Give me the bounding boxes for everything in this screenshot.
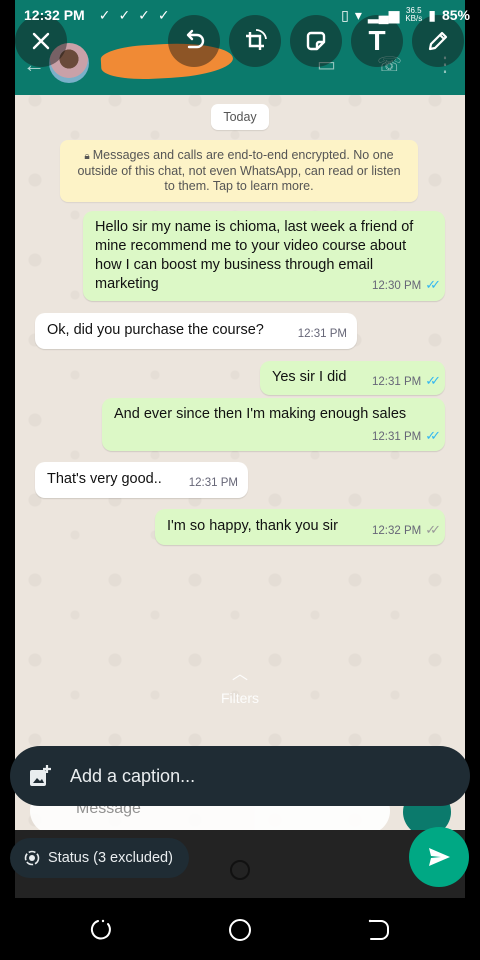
check-notification-icon: ✓: [138, 6, 150, 23]
status-icon: [24, 850, 40, 866]
date-chip: Today: [211, 104, 269, 130]
check-notification-icon: ✓: [98, 6, 111, 23]
lock-icon: 🔒︎: [84, 151, 90, 162]
caption-input[interactable]: Add a caption...: [10, 746, 470, 806]
message-time: 12:31 PM: [371, 376, 422, 388]
network-speed: 36.5 KB/s: [405, 7, 422, 23]
sticker-icon: [306, 31, 326, 51]
system-nav-bar: [0, 900, 480, 960]
message-time: 12:32 PM: [371, 525, 422, 537]
status-time: 12:32 PM: [24, 7, 85, 23]
double-check-read-icon: ✓✓: [425, 277, 441, 292]
signal-icon: ▂▄▆: [367, 6, 400, 23]
send-icon: [429, 848, 450, 866]
check-notification-icon: ✓: [157, 6, 170, 23]
notification-icons: ✓ ✓ ✓ ✓: [99, 7, 170, 24]
double-check-delivered-icon: ✓✓: [425, 522, 441, 537]
message-text: Ok, did you purchase the course?: [47, 322, 264, 338]
vibrate-icon: ▯: [341, 6, 349, 23]
add-photo-icon: [30, 765, 51, 786]
status-pill-label: Status (3 excluded): [48, 850, 173, 866]
status-bar: 12:32 PM ✓ ✓ ✓ ✓ ▯ ▾ ▂▄▆ 36.5 KB/s ▮ 85%: [0, 0, 480, 30]
caption-placeholder: Add a caption...: [70, 765, 196, 786]
message-text: That's very good..: [47, 471, 162, 487]
message-time: 12:31 PM: [297, 328, 347, 340]
message-meta: 12:31 PM ✓✓: [371, 426, 441, 447]
message-time: 12:30 PM: [371, 280, 422, 292]
close-icon: [32, 32, 50, 50]
message-text: Hello sir my name is chioma, last week a…: [95, 219, 414, 292]
message-meta: 12:31 PM ✓✓: [371, 371, 441, 392]
message-bubble-outgoing: Hello sir my name is chioma, last week a…: [83, 211, 445, 301]
message-time: 12:31 PM: [371, 431, 422, 443]
message-bubble-outgoing: I'm so happy, thank you sir 12:32 PM ✓✓: [155, 509, 445, 545]
recents-icon[interactable]: [90, 918, 114, 942]
home-icon: [230, 860, 250, 880]
message-text: I'm so happy, thank you sir: [167, 518, 338, 534]
battery-icon: ▮: [428, 6, 436, 23]
wifi-icon: ▾: [354, 6, 362, 23]
home-icon[interactable]: [228, 918, 252, 942]
network-speed-unit: KB/s: [405, 14, 423, 23]
message-bubble-outgoing: Yes sir I did 12:31 PM ✓✓: [260, 361, 445, 395]
system-indicators: ▯ ▾ ▂▄▆ 36.5 KB/s ▮ 85%: [341, 7, 470, 24]
message-bubble-incoming: That's very good.. 12:31 PM: [35, 462, 248, 498]
encryption-notice: 🔒︎ Messages and calls are end-to-end encr…: [60, 140, 418, 202]
status-audience-button[interactable]: Status (3 excluded): [10, 838, 189, 878]
battery-level: 85%: [441, 7, 470, 23]
send-button[interactable]: [409, 827, 469, 887]
message-meta: 12:32 PM ✓✓: [371, 520, 441, 541]
filters-label: Filters: [220, 690, 260, 706]
message-time: 12:31 PM: [188, 477, 238, 489]
crop-rotate-icon: [246, 29, 267, 50]
message-meta: 12:30 PM ✓✓: [371, 275, 441, 296]
pencil-icon: [428, 31, 448, 51]
message-bubble-outgoing: And ever since then I'm making enough sa…: [102, 398, 445, 451]
back-icon[interactable]: [366, 918, 390, 942]
filters-handle[interactable]: ︿ Filters: [200, 660, 280, 706]
message-bubble-incoming: Ok, did you purchase the course? 12:31 P…: [35, 313, 357, 349]
undo-icon: [186, 29, 205, 49]
double-check-read-icon: ✓✓: [425, 428, 441, 443]
double-check-read-icon: ✓✓: [425, 373, 441, 388]
message-text: Yes sir I did: [272, 369, 347, 385]
chevron-up-icon: ︿: [231, 666, 248, 683]
encryption-notice-text: Messages and calls are end-to-end encryp…: [77, 148, 401, 193]
check-notification-icon: ✓: [118, 6, 131, 23]
message-text: And ever since then I'm making enough sa…: [114, 406, 407, 422]
